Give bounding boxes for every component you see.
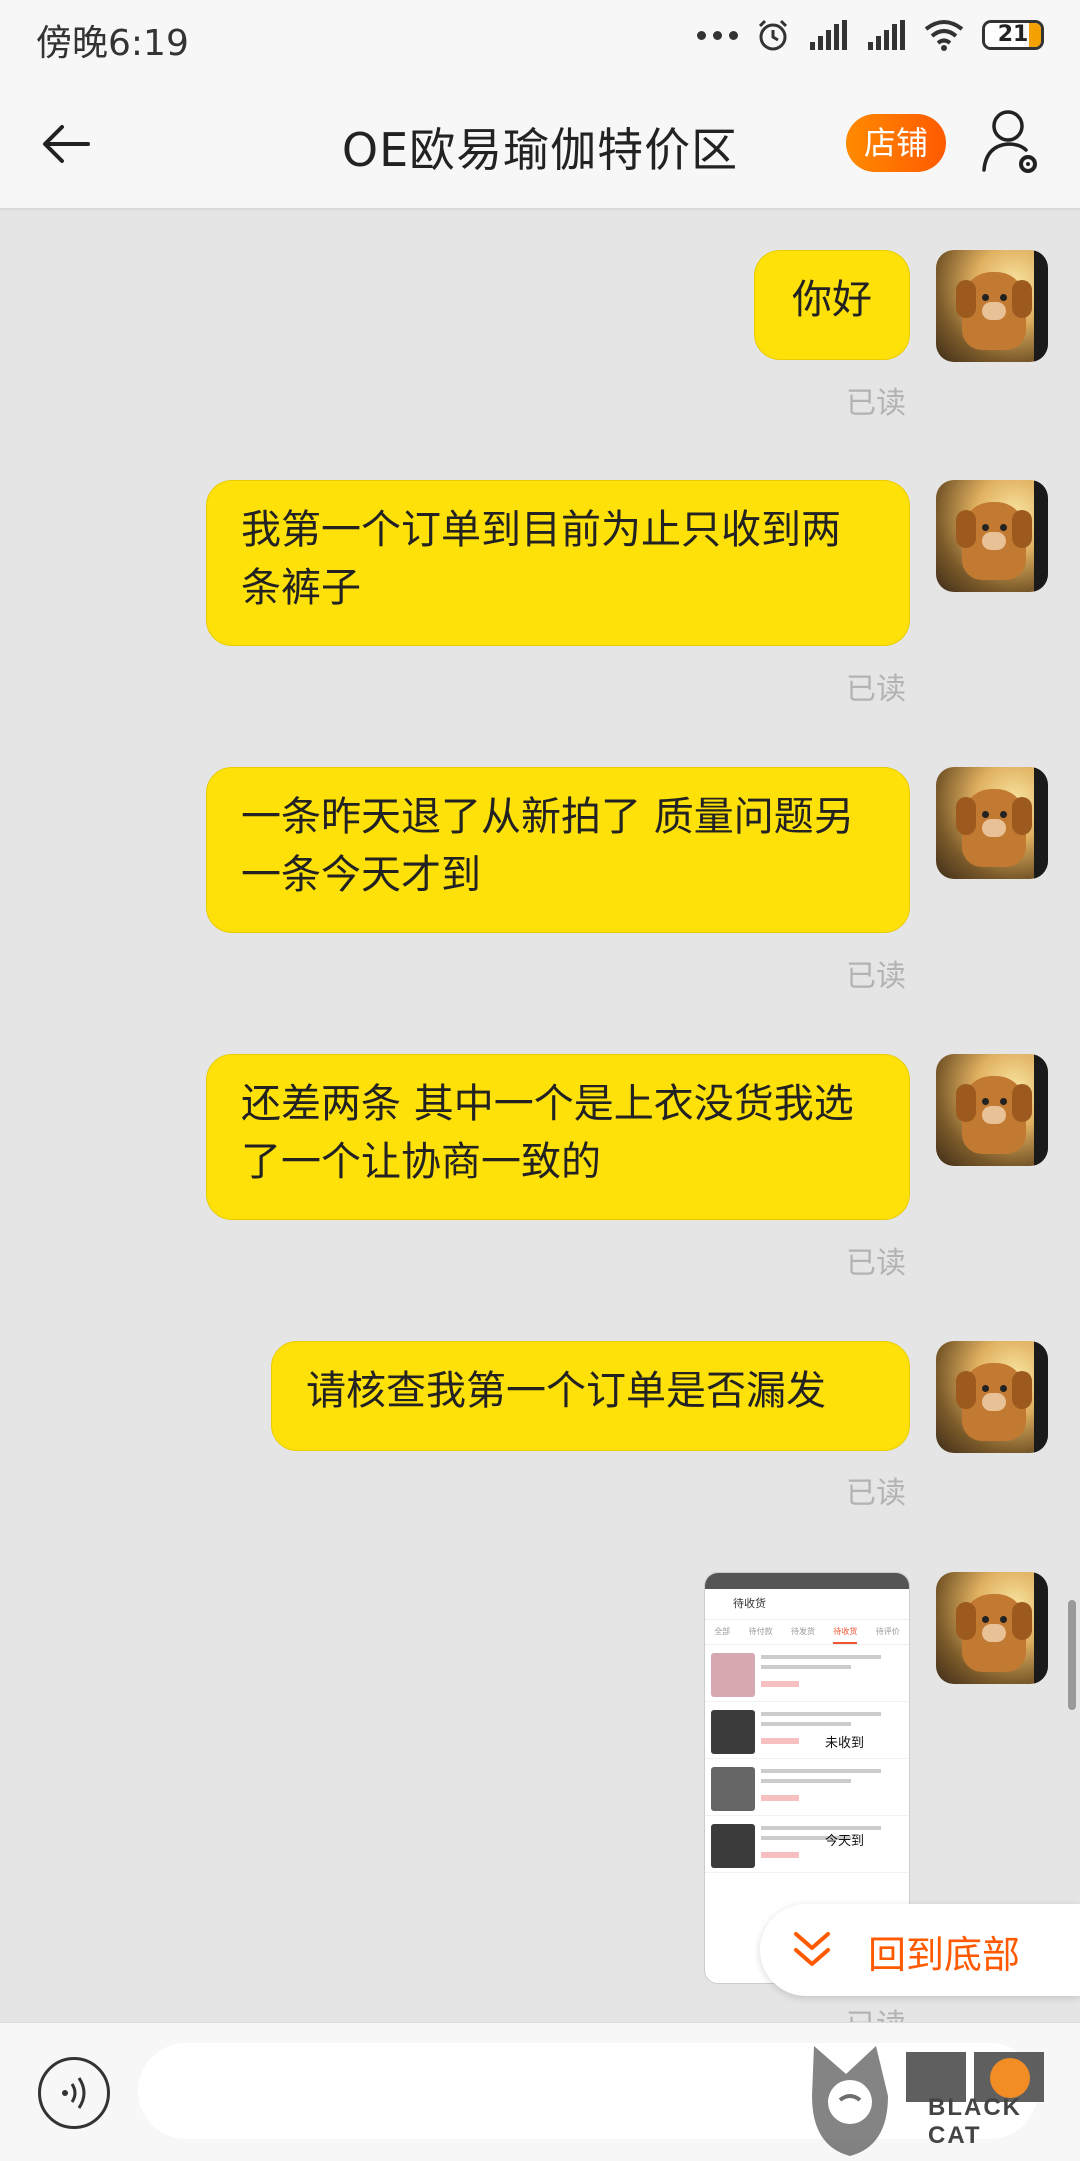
image-tab: 待付款 <box>748 1627 773 1636</box>
image-tab: 全部 <box>714 1627 731 1636</box>
message-bubble[interactable]: 一条昨天退了从新拍了 质量问题另一条今天才到 <box>206 767 910 933</box>
message-bubble[interactable]: 请核查我第一个订单是否漏发 <box>271 1341 910 1451</box>
more-dots-icon <box>697 30 738 40</box>
signal-icon <box>810 20 847 50</box>
jump-to-bottom-button[interactable]: 回到底部 <box>760 1904 1080 1996</box>
status-bar: 傍晚6:19 21 <box>0 0 1080 80</box>
avatar[interactable] <box>936 480 1048 592</box>
wifi-icon <box>924 20 964 51</box>
avatar[interactable] <box>936 767 1048 879</box>
image-note: 未收到 <box>825 1736 865 1751</box>
message-bubble[interactable]: 你好 <box>754 250 910 360</box>
avatar[interactable] <box>936 250 1048 362</box>
battery-icon: 21 <box>982 20 1044 50</box>
voice-icon <box>62 2077 86 2109</box>
message-bubble[interactable]: 我第一个订单到目前为止只收到两条裤子 <box>206 480 910 646</box>
read-status: 已读 <box>846 386 906 421</box>
read-status: 已读 <box>846 959 906 994</box>
profile-settings-icon[interactable] <box>980 106 1044 178</box>
alarm-icon <box>758 19 788 51</box>
watermark-text: BLACK CAT <box>928 2094 1022 2149</box>
scrollbar[interactable] <box>1068 1600 1076 1710</box>
shop-button[interactable]: 店铺 <box>846 114 946 172</box>
image-order-row: 今天到 <box>705 1816 909 1873</box>
read-status: 已读 <box>846 672 906 707</box>
image-tab: 待评价 <box>875 1627 900 1636</box>
battery-level: 21 <box>997 22 1029 47</box>
image-order-row <box>705 1759 909 1816</box>
image-tabs: 全部 待付款 待发货 待收货 待评价 <box>705 1620 909 1645</box>
double-chevron-down-icon <box>794 1932 830 1966</box>
message-bubble[interactable]: 还差两条 其中一个是上衣没货我选了一个让协商一致的 <box>206 1054 910 1220</box>
avatar[interactable] <box>936 1341 1048 1453</box>
image-tab: 待收货 <box>833 1620 858 1644</box>
status-time: 傍晚6:19 <box>36 23 189 64</box>
voice-input-button[interactable] <box>38 2057 110 2129</box>
image-order-row: 未收到 <box>705 1702 909 1759</box>
image-header: 待收货 <box>705 1589 909 1620</box>
jump-to-bottom-label: 回到底部 <box>868 1933 1021 1977</box>
signal-icon <box>868 20 905 50</box>
avatar[interactable] <box>936 1054 1048 1166</box>
image-note: 今天到 <box>825 1834 865 1849</box>
image-order-row <box>705 1645 909 1702</box>
read-status: 已读 <box>846 1246 906 1281</box>
image-tab: 待发货 <box>790 1627 815 1636</box>
status-icons: 21 <box>697 18 1044 52</box>
read-status: 已读 <box>846 1476 906 1511</box>
chat-header: OE欧易瑜伽特价区 店铺 <box>0 80 1080 210</box>
avatar[interactable] <box>936 1572 1048 1684</box>
